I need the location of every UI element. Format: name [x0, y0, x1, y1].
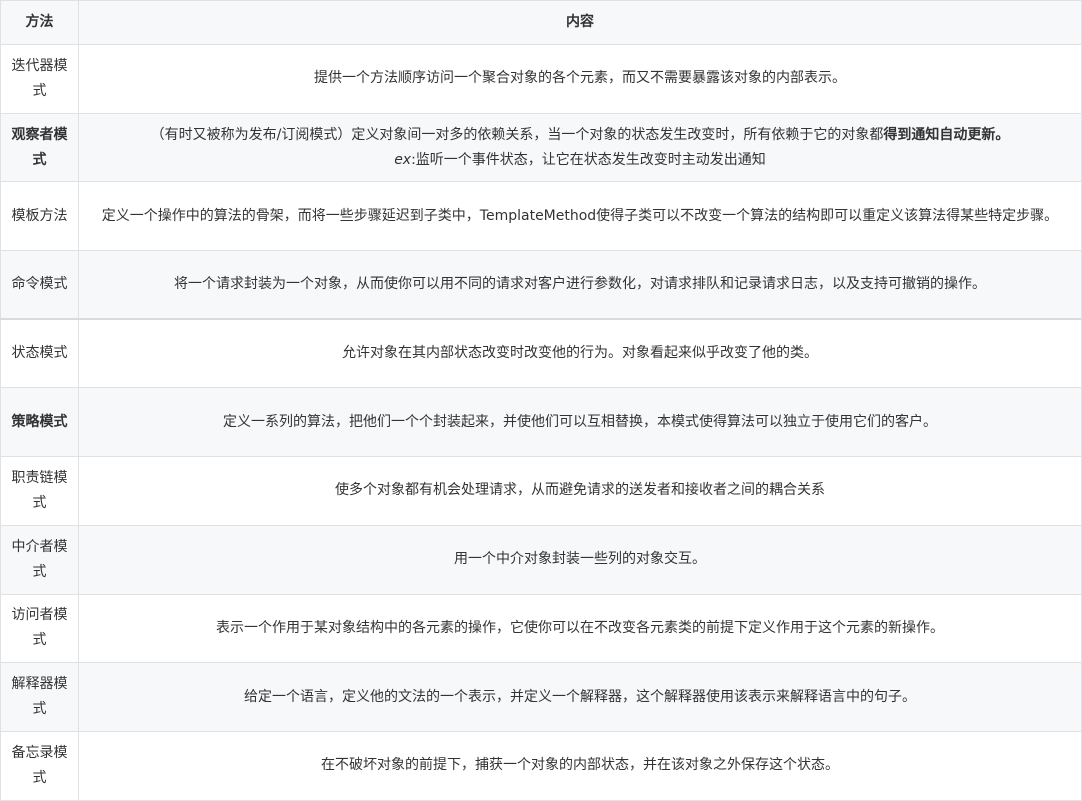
table-row: 命令模式 将一个请求封装为一个对象，从而使你可以用不同的请求对客户进行参数化，对…	[0, 250, 1082, 320]
pattern-description: 用一个中介对象封装一些列的对象交互。	[78, 524, 1082, 595]
table-row: 观察者模式 （有时又被称为发布/订阅模式）定义对象间一对多的依赖关系，当一个对象…	[0, 112, 1082, 183]
table-row: 职责链模式 使多个对象都有机会处理请求，从而避免请求的送发者和接收者之间的耦合关…	[0, 456, 1082, 526]
pattern-name: 职责链模式	[0, 456, 79, 526]
pattern-description: （有时又被称为发布/订阅模式）定义对象间一对多的依赖关系，当一个对象的状态发生改…	[78, 112, 1082, 183]
table-row: 状态模式 允许对象在其内部状态改变时改变他的行为。对象看起来似乎改变了他的类。	[0, 318, 1082, 389]
pattern-name: 命令模式	[0, 250, 79, 320]
design-patterns-table: 方法 内容 迭代器模式 提供一个方法顺序访问一个聚合对象的各个元素，而又不需要暴…	[0, 0, 1082, 801]
pattern-name: 中介者模式	[0, 524, 79, 595]
table-row: 迭代器模式 提供一个方法顺序访问一个聚合对象的各个元素，而又不需要暴露该对象的内…	[0, 44, 1082, 114]
pattern-name: 状态模式	[0, 318, 79, 389]
pattern-name: 策略模式	[0, 387, 79, 458]
table-row: 策略模式 定义一系列的算法，把他们一个个封装起来，并使他们可以互相替换，本模式使…	[0, 387, 1082, 458]
table-row: 解释器模式 给定一个语言，定义他的文法的一个表示，并定义一个解释器，这个解释器使…	[0, 662, 1082, 732]
pattern-description: 定义一系列的算法，把他们一个个封装起来，并使他们可以互相替换，本模式使得算法可以…	[78, 387, 1082, 458]
pattern-description: 在不破坏对象的前提下，捕获一个对象的内部状态，并在该对象之外保存这个状态。	[78, 730, 1082, 801]
pattern-description: 允许对象在其内部状态改变时改变他的行为。对象看起来似乎改变了他的类。	[78, 318, 1082, 389]
pattern-name: 访问者模式	[0, 593, 79, 664]
table-row: 备忘录模式 在不破坏对象的前提下，捕获一个对象的内部状态，并在该对象之外保存这个…	[0, 730, 1082, 801]
header-method: 方法	[0, 0, 79, 45]
pattern-description: 给定一个语言，定义他的文法的一个表示，并定义一个解释器，这个解释器使用该表示来解…	[78, 662, 1082, 732]
table-header-row: 方法 内容	[0, 0, 1082, 45]
pattern-description: 将一个请求封装为一个对象，从而使你可以用不同的请求对客户进行参数化，对请求排队和…	[78, 250, 1082, 320]
pattern-name: 备忘录模式	[0, 730, 79, 801]
pattern-description: 表示一个作用于某对象结构中的各元素的操作，它使你可以在不改变各元素类的前提下定义…	[78, 593, 1082, 664]
table-row: 模板方法 定义一个操作中的算法的骨架，而将一些步骤延迟到子类中，Template…	[0, 181, 1082, 252]
pattern-name: 模板方法	[0, 181, 79, 252]
example-text: :监听一个事件状态，让它在状态发生改变时主动发出通知	[411, 151, 766, 168]
description-text: （有时又被称为发布/订阅模式）定义对象间一对多的依赖关系，当一个对象的状态发生改…	[150, 126, 884, 143]
pattern-name: 解释器模式	[0, 662, 79, 732]
pattern-name: 观察者模式	[0, 112, 79, 183]
pattern-description: 定义一个操作中的算法的骨架，而将一些步骤延迟到子类中，TemplateMetho…	[78, 181, 1082, 252]
header-content: 内容	[78, 0, 1082, 45]
description-bold-text: 得到通知自动更新。	[883, 126, 1010, 143]
pattern-name: 迭代器模式	[0, 44, 79, 114]
example-label: ex	[394, 151, 412, 168]
table-row: 访问者模式 表示一个作用于某对象结构中的各元素的操作，它使你可以在不改变各元素类…	[0, 593, 1082, 664]
pattern-description: 提供一个方法顺序访问一个聚合对象的各个元素，而又不需要暴露该对象的内部表示。	[78, 44, 1082, 114]
table-row: 中介者模式 用一个中介对象封装一些列的对象交互。	[0, 524, 1082, 595]
pattern-description: 使多个对象都有机会处理请求，从而避免请求的送发者和接收者之间的耦合关系	[78, 456, 1082, 526]
